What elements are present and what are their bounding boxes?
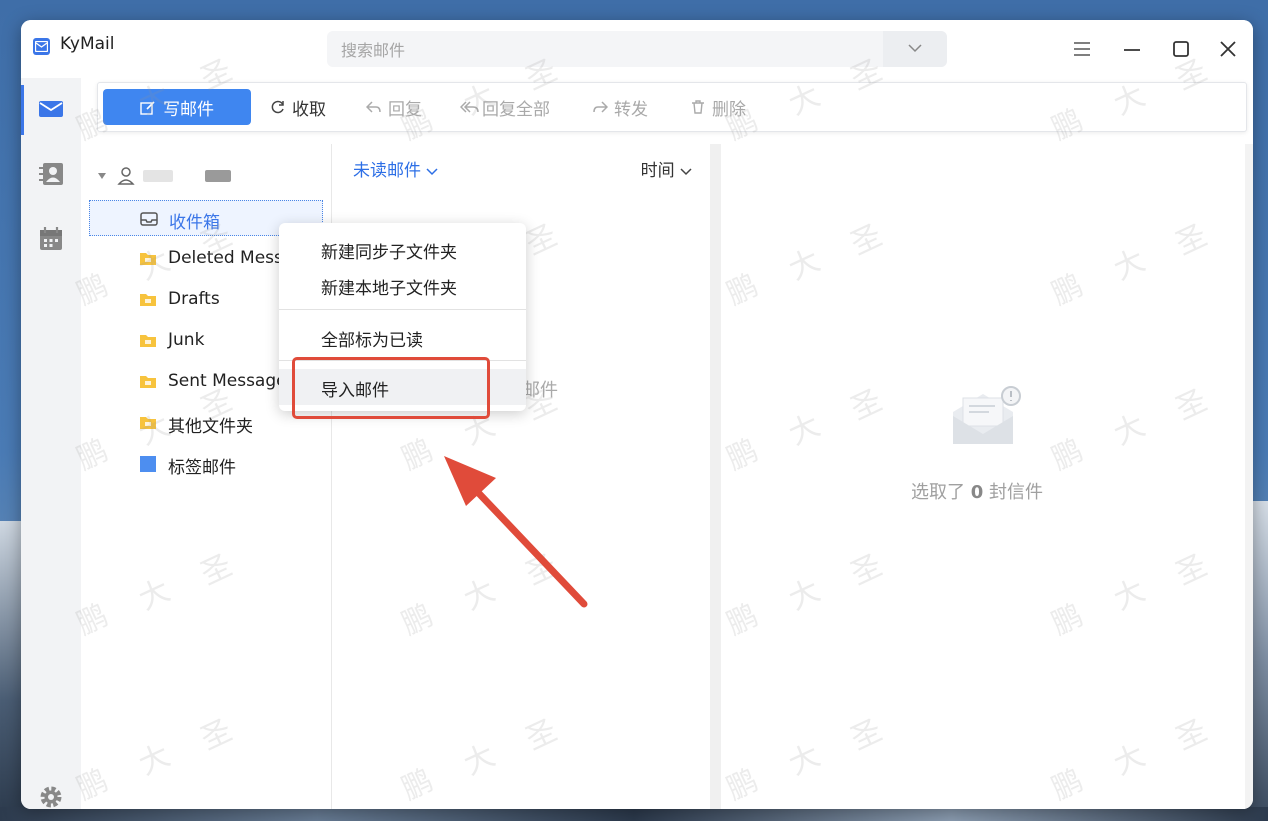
annotation-arrow: [444, 456, 588, 608]
